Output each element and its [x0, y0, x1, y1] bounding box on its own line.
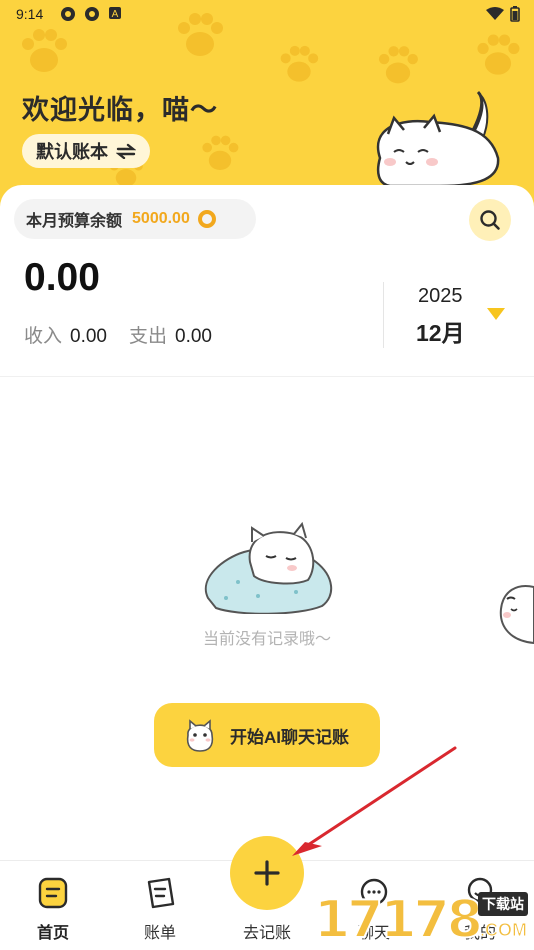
expense-value: 0.00 [175, 326, 212, 347]
paw-print-decoration [378, 46, 418, 84]
svg-text:A: A [112, 9, 119, 20]
status-time: 9:14 [16, 6, 44, 22]
bills-icon [147, 877, 175, 909]
add-record-button[interactable] [230, 836, 304, 910]
empty-state-message: 当前没有记录哦～ [202, 631, 331, 648]
start-ai-chat-button[interactable]: 开始AI聊天记账 [154, 703, 380, 767]
status-bar: 9:14 A [0, 0, 534, 28]
switch-arrows-icon [116, 143, 136, 159]
app-notification-icon [61, 7, 75, 21]
status-notification-icons: A [60, 6, 122, 22]
summary-divider [0, 376, 534, 377]
add-record-label: 去记账 [242, 925, 291, 942]
vertical-divider [383, 282, 384, 348]
expense-label: 支出 [129, 326, 168, 347]
a-notification-icon: A [109, 7, 121, 20]
wifi-icon [486, 7, 504, 20]
search-button[interactable] [469, 199, 511, 241]
search-icon [480, 210, 500, 230]
watermark-numbers: 17178 [313, 889, 484, 950]
plus-icon [254, 860, 280, 886]
start-ai-chat-label: 开始AI聊天记账 [230, 727, 349, 747]
account-book-label: 默认账本 [36, 142, 108, 162]
tab-home[interactable]: 首页 [23, 876, 83, 943]
tab-bills-label: 账单 [143, 925, 176, 942]
sleeping-cat-illustration [204, 522, 332, 614]
app-notification-icon [85, 7, 99, 21]
paw-print-decoration [202, 135, 239, 170]
budget-ring-icon [197, 210, 216, 228]
status-system-icons [486, 6, 520, 22]
balance-amount: 0.00 [24, 256, 100, 299]
paw-print-decoration [22, 29, 67, 72]
income-label: 收入 [24, 326, 63, 347]
welcome-title: 欢迎光临，喵～ [22, 95, 218, 125]
paw-print-decoration [477, 34, 520, 75]
watermark-tag: 下载站 [478, 892, 528, 916]
peeking-cat-illustration [499, 585, 534, 645]
year-selector-year[interactable]: 2025 [418, 285, 463, 308]
cat-avatar-icon [186, 719, 214, 752]
date-dropdown-icon[interactable] [487, 308, 505, 320]
site-watermark: 17178 下载站 .COM [310, 884, 534, 950]
tab-home-label: 首页 [36, 925, 69, 942]
income-expense-row: 收入 0.00 支出 0.00 [24, 321, 212, 348]
account-book-switcher[interactable]: 默认账本 [22, 134, 150, 168]
watermark-suffix: .COM [480, 920, 528, 941]
budget-amount: 5000.00 [132, 210, 190, 227]
budget-label: 本月预算余额 [26, 213, 123, 230]
paw-print-decoration [280, 45, 319, 82]
tab-bills[interactable]: 账单 [130, 876, 190, 943]
income-value: 0.00 [70, 326, 107, 347]
month-selector-month[interactable]: 12月 [416, 314, 465, 348]
monthly-budget-pill[interactable]: 本月预算余额 5000.00 [14, 199, 256, 239]
lying-cat-illustration [376, 90, 500, 188]
home-notebook-icon [38, 877, 68, 909]
battery-icon [510, 6, 520, 22]
